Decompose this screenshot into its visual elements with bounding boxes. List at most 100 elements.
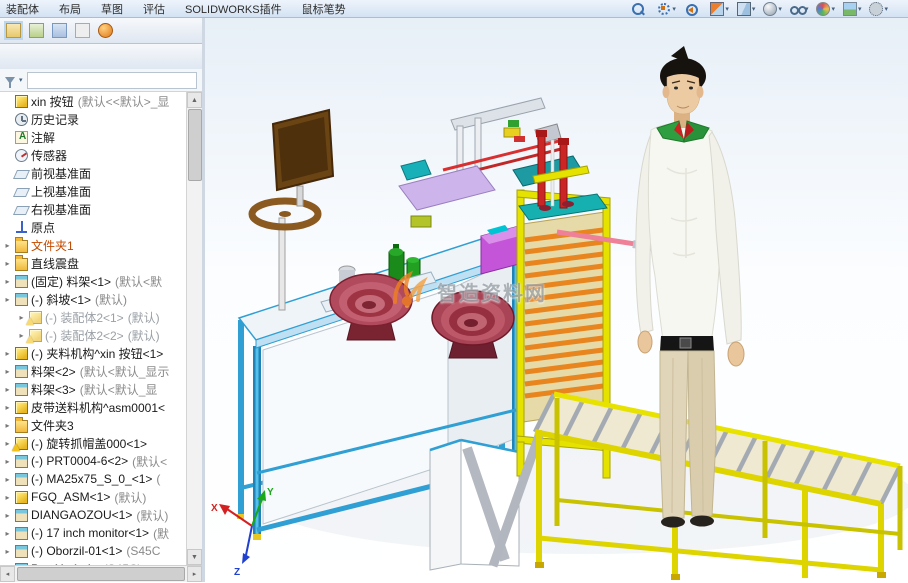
tree-item[interactable]: ▸ 文件夹3 (0, 416, 187, 434)
commandmanager-tab[interactable]: 草图 (101, 1, 123, 17)
commandmanager-tab[interactable]: 装配体 (6, 1, 39, 17)
tree-item[interactable]: ▸ 右视基准面 (0, 200, 187, 218)
expand-arrow[interactable]: ▸ (3, 259, 12, 268)
tree-item[interactable]: ▸ 历史记录 (0, 110, 187, 128)
commandmanager-tab[interactable]: SOLIDWORKS插件 (185, 1, 282, 17)
tree-item[interactable]: ▸ 传感器 (0, 146, 187, 164)
commandmanager-tab[interactable]: 评估 (143, 1, 165, 17)
filter-funnel-icon[interactable] (5, 77, 15, 84)
expand-arrow[interactable]: ▸ (3, 403, 12, 412)
tree-item[interactable]: ▸ (-) 装配体2<1> (默认) (0, 308, 187, 326)
expand-arrow[interactable]: ▸ (3, 529, 12, 538)
chevron-down-icon[interactable]: ▾ (884, 5, 888, 13)
edit-appearance-icon[interactable]: ▾ (816, 2, 835, 16)
tree-item[interactable]: ▸ 上视基准面 (0, 182, 187, 200)
tree-item[interactable]: ▸ (固定) 料架<1> (默认<默 (0, 272, 187, 290)
chevron-down-icon[interactable]: ▾ (831, 5, 835, 13)
tree-horizontal-scrollbar[interactable]: ◂ ▸ (0, 565, 202, 582)
tree-item[interactable]: ▸ (-) 夹料机构^xin 按钮<1> (0, 344, 187, 362)
expand-arrow[interactable]: ▸ (17, 331, 26, 340)
tree-item[interactable]: ▸ 料架<3> (默认<默认_显 (0, 380, 187, 398)
tree-item[interactable]: ▸ (-) 17 inch monitor<1> (默 (0, 524, 187, 542)
scroll-left-button[interactable]: ◂ (0, 566, 15, 582)
item-config-label: (默认< (132, 453, 167, 470)
tree-item[interactable]: ▸ DIANGAOZOU<1> (默认) (0, 506, 187, 524)
monitor[interactable] (252, 110, 333, 310)
tree-item[interactable]: ▸ FGQ_ASM<1> (默认) (0, 488, 187, 506)
tree-item[interactable]: ▸ (-) 斜坡<1> (默认) (0, 290, 187, 308)
assembly-model[interactable]: X Y Z (205, 18, 908, 583)
display-style-icon[interactable]: ▾ (763, 2, 782, 16)
chevron-down-icon[interactable]: ▾ (778, 5, 782, 13)
view-orientation-icon[interactable]: ▾ (737, 2, 756, 16)
propertymanager-tab-icon[interactable] (29, 23, 44, 38)
tree-item[interactable]: ▸ 料架<2> (默认<默认_显示 (0, 362, 187, 380)
item-label: (-) 装配体2<1> (45, 309, 124, 326)
scroll-right-button[interactable]: ▸ (187, 566, 202, 582)
expand-arrow[interactable]: ▸ (3, 241, 12, 250)
tree-item[interactable]: ▸ 文件夹1 (0, 236, 187, 254)
item-label: 右视基准面 (31, 201, 91, 218)
configurationmanager-tab-icon[interactable] (52, 23, 67, 38)
scroll-down-button[interactable]: ▼ (187, 549, 202, 565)
tree-filter-input[interactable] (27, 72, 197, 89)
commandmanager-tab[interactable]: 布局 (59, 1, 81, 17)
tree-item[interactable]: ▸ 直线震盘 (0, 254, 187, 272)
item-icon (13, 170, 30, 179)
expand-arrow[interactable]: ▸ (3, 547, 12, 556)
tree-item[interactable]: ▸ 注解 (0, 128, 187, 146)
section-view-icon[interactable]: ▾ (710, 2, 729, 16)
tree-item[interactable]: ▸ (-) MA25x75_S_0_<1> ( (0, 470, 187, 488)
tree-item[interactable]: ▸ (-) PRT0004-6<2> (默认< (0, 452, 187, 470)
tree-item[interactable]: ▸ 原点 (0, 218, 187, 236)
zoom-area-icon[interactable]: ▾ (657, 2, 676, 16)
expand-arrow[interactable]: ▸ (3, 295, 12, 304)
expand-arrow[interactable]: ▸ (3, 475, 12, 484)
previous-view-icon[interactable]: ▾ (684, 2, 703, 16)
expand-arrow[interactable]: ▸ (3, 367, 12, 376)
apply-scene-icon[interactable]: ▾ (843, 2, 862, 16)
item-icon (15, 545, 28, 558)
scroll-up-button[interactable]: ▲ (187, 92, 202, 108)
chevron-down-icon[interactable]: ▾ (672, 5, 676, 13)
expand-arrow[interactable]: ▸ (3, 277, 12, 286)
expand-arrow[interactable]: ▸ (3, 565, 12, 566)
warning-icon (26, 335, 34, 343)
tree-item[interactable]: ▸ 前视基准面 (0, 164, 187, 182)
tree-vertical-scrollbar[interactable]: ▲ ▼ (186, 92, 202, 565)
zoom-fit-icon[interactable]: ▾ (631, 2, 650, 16)
chevron-down-icon[interactable]: ▾ (752, 5, 756, 13)
graphics-viewport[interactable]: X Y Z 智造资料网 (205, 18, 908, 582)
item-icon (15, 95, 28, 108)
dimxpertmanager-tab-icon[interactable] (75, 23, 90, 38)
view-settings-icon[interactable]: ▾ (869, 2, 888, 16)
expand-arrow[interactable]: ▸ (3, 493, 12, 502)
chevron-down-icon[interactable]: ▾ (725, 5, 729, 13)
filter-caret-icon[interactable]: ▾ (19, 76, 23, 84)
feature-tree-panel: ▾ ▸ xin 按钮 (默认<<默认>_显 ▸ 历史记录 (0, 18, 205, 582)
tree-item[interactable]: ▸ 皮带送料机构^asm0001< (0, 398, 187, 416)
scroll-thumb-horizontal[interactable] (17, 567, 185, 581)
commandmanager-tab[interactable]: 鼠标笔势 (302, 1, 346, 17)
expand-arrow[interactable]: ▸ (3, 439, 12, 448)
scroll-thumb[interactable] (188, 109, 202, 181)
expand-arrow[interactable]: ▸ (17, 313, 26, 322)
featuremanager-tab-icon[interactable] (6, 23, 21, 38)
expand-arrow[interactable]: ▸ (3, 349, 12, 358)
tree-item[interactable]: ▸ Part11_1<1> (S45C) (0, 560, 187, 565)
enclosure-box[interactable] (430, 440, 519, 570)
tree-item[interactable]: ▸ xin 按钮 (默认<<默认>_显 (0, 92, 187, 110)
item-label: 上视基准面 (31, 183, 91, 200)
expand-arrow[interactable]: ▸ (3, 421, 12, 430)
hide-show-items-icon[interactable]: ▾ (790, 2, 809, 16)
item-label: (-) 17 inch monitor<1> (31, 526, 149, 540)
tree-item[interactable]: ▸ (-) 装配体2<2> (默认) (0, 326, 187, 344)
expand-arrow[interactable]: ▸ (3, 511, 12, 520)
expand-arrow[interactable]: ▸ (3, 457, 12, 466)
item-label: FGQ_ASM<1> (31, 490, 110, 504)
expand-arrow[interactable]: ▸ (3, 385, 12, 394)
tree-item[interactable]: ▸ (-) Oborzil-01<1> (S45C (0, 542, 187, 560)
tree-item[interactable]: ▸ (-) 旋转抓帽盖000<1> (0, 434, 187, 452)
chevron-down-icon[interactable]: ▾ (858, 5, 862, 13)
displaymanager-tab-icon[interactable] (98, 23, 113, 38)
